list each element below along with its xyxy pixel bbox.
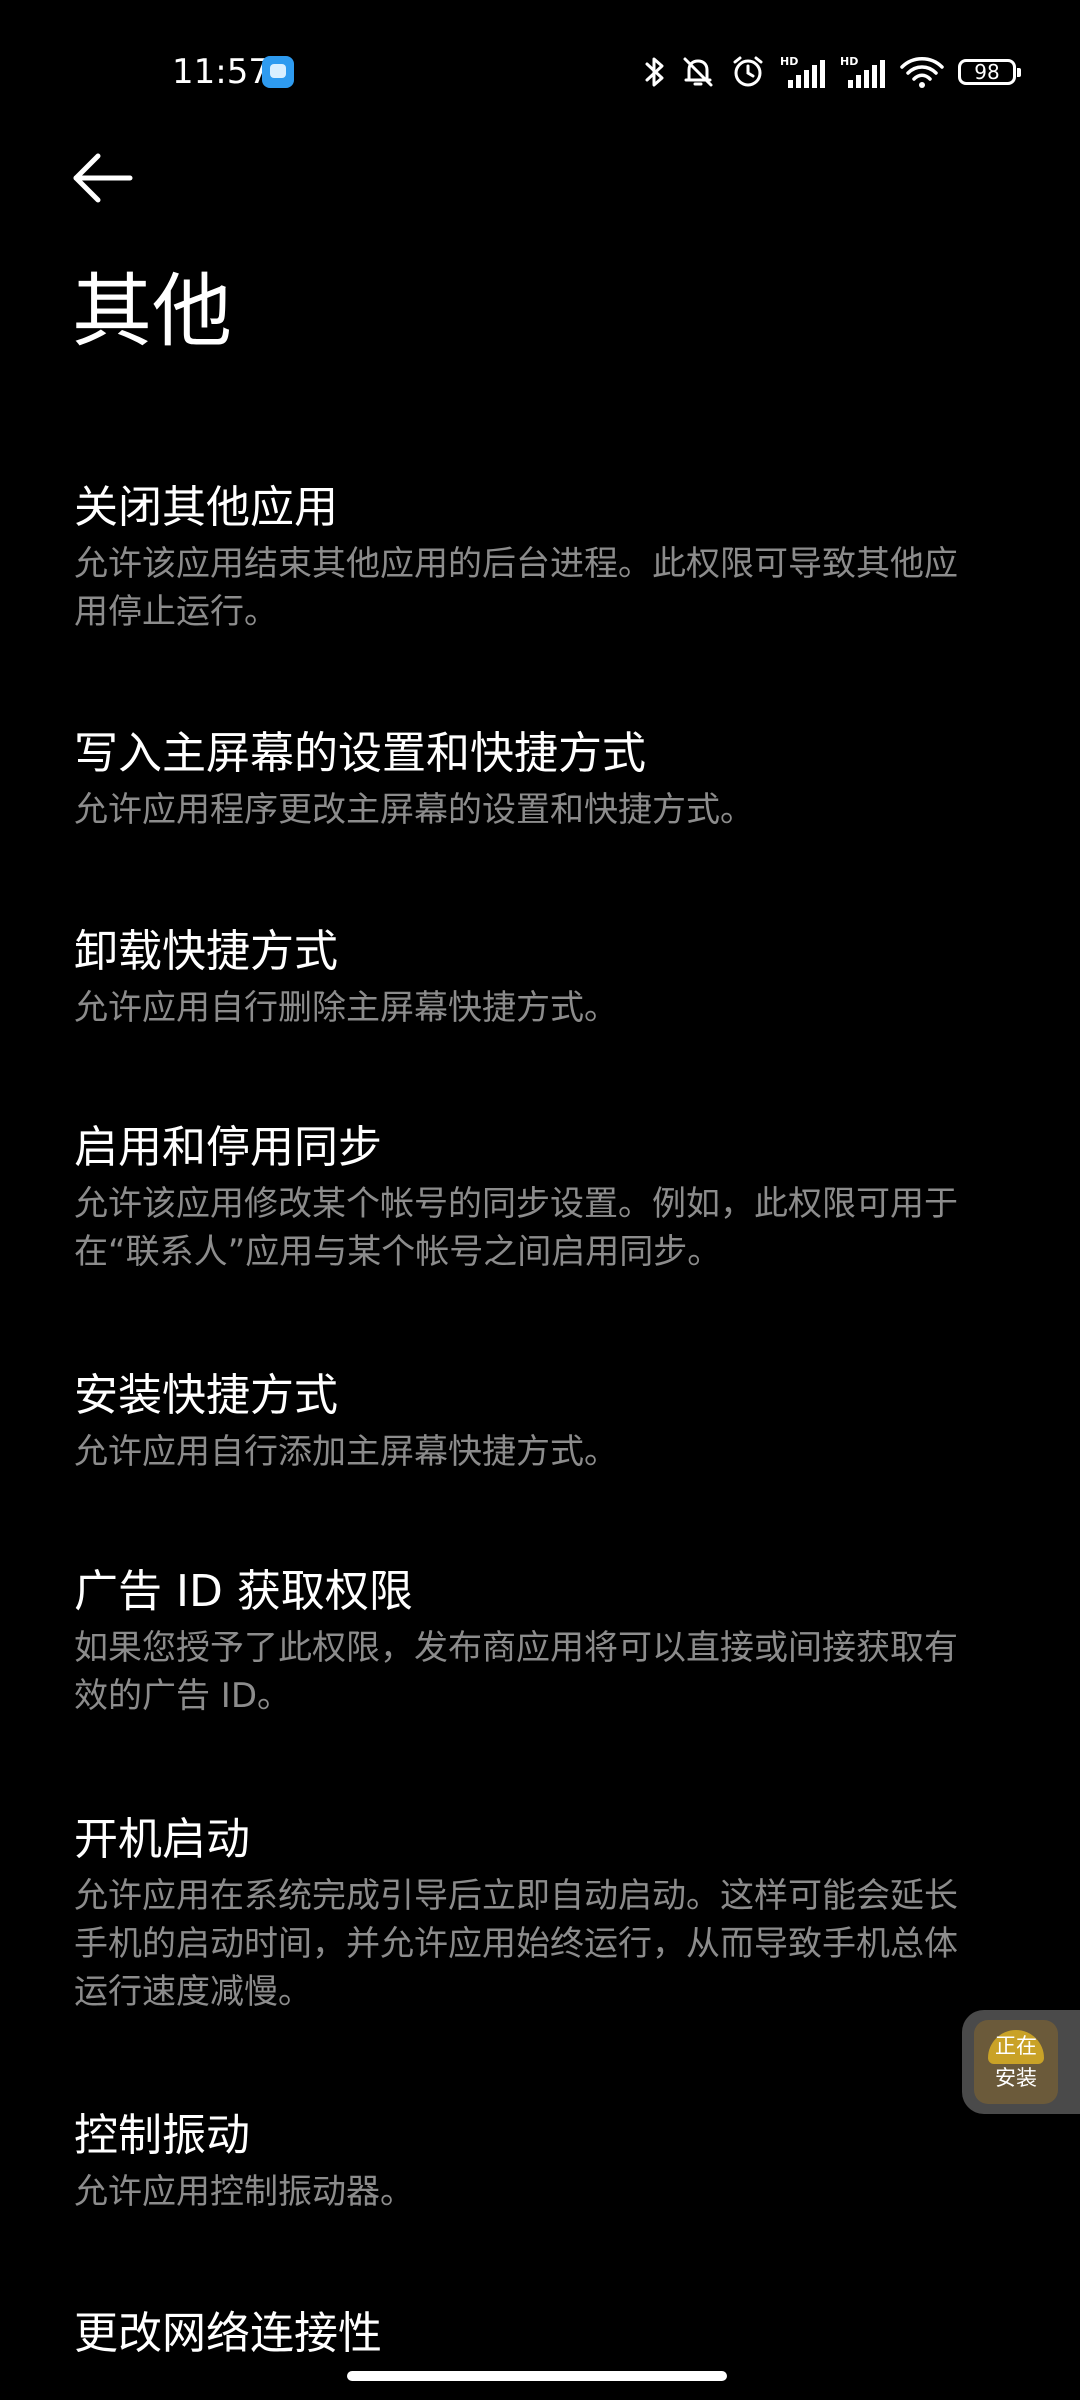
permission-title: 广告 ID 获取权限 [74, 1566, 413, 1617]
hd-signal-icon: HD [780, 55, 825, 88]
battery-icon: 98 [958, 59, 1021, 85]
permission-description: 允许该应用修改某个帐号的同步设置。例如，此权限可用于在“联系人”应用与某个帐号之… [74, 1184, 958, 1272]
hd-signal-icon: HD [840, 55, 885, 88]
status-icons: HD HD 98 [644, 50, 1021, 94]
permission-item-install-shortcut[interactable]: 安装快捷方式 允许应用自行添加主屏幕快捷方式。 [74, 1366, 974, 1476]
permission-description: 允许应用自行删除主屏幕快捷方式。 [74, 988, 618, 1028]
permission-item-uninstall-shortcut[interactable]: 卸载快捷方式 允许应用自行删除主屏幕快捷方式。 [74, 922, 974, 1032]
permission-title: 关闭其他应用 [74, 482, 338, 533]
status-time: 11:57 [172, 52, 270, 92]
permission-title: 写入主屏幕的设置和快捷方式 [74, 728, 646, 779]
permission-description: 允许该应用结束其他应用的后台进程。此权限可导致其他应用停止运行。 [74, 544, 958, 632]
permission-title: 更改网络连接性 [74, 2308, 382, 2359]
permission-description: 允许应用控制振动器。 [74, 2172, 414, 2212]
mute-icon [683, 57, 713, 87]
status-bar: 11:57 HD HD 98 [0, 0, 1080, 140]
permission-item-write-launcher-settings[interactable]: 写入主屏幕的设置和快捷方式 允许应用程序更改主屏幕的设置和快捷方式。 [74, 724, 974, 834]
permission-title: 安装快捷方式 [74, 1370, 338, 1421]
permission-title: 控制振动 [74, 2110, 250, 2161]
permission-description: 如果您授予了此权限，发布商应用将可以直接或间接获取有效的广告 ID。 [74, 1628, 958, 1716]
bluetooth-icon [645, 57, 664, 87]
wifi-icon [900, 57, 944, 88]
home-indicator[interactable] [347, 2371, 727, 2381]
svg-text:HD: HD [780, 55, 798, 68]
permission-description: 允许应用在系统完成引导后立即自动启动。这样可能会延长手机的启动时间，并允许应用始… [74, 1876, 958, 2012]
svg-text:HD: HD [840, 55, 858, 68]
permission-title: 开机启动 [74, 1814, 250, 1865]
permission-item-kill-background[interactable]: 关闭其他应用 允许该应用结束其他应用的后台进程。此权限可导致其他应用停止运行。 [74, 478, 974, 636]
permission-description: 允许应用自行添加主屏幕快捷方式。 [74, 1432, 618, 1472]
permission-item-ad-id[interactable]: 广告 ID 获取权限 如果您授予了此权限，发布商应用将可以直接或间接获取有效的广… [74, 1562, 974, 1720]
installing-floating-widget[interactable]: 正在 安装 [962, 2010, 1080, 2114]
installing-label: 正在 安装 [995, 2034, 1037, 2090]
permission-title: 卸载快捷方式 [74, 926, 338, 977]
permission-item-vibrate[interactable]: 控制振动 允许应用控制振动器。 [74, 2106, 974, 2216]
page-title: 其他 [72, 265, 232, 358]
permission-item-change-network[interactable]: 更改网络连接性 [74, 2304, 974, 2364]
permission-title: 启用和停用同步 [74, 1122, 382, 1173]
permission-description: 允许应用程序更改主屏幕的设置和快捷方式。 [74, 790, 754, 830]
app-notification-icon [262, 56, 294, 88]
permission-item-sync-settings[interactable]: 启用和停用同步 允许该应用修改某个帐号的同步设置。例如，此权限可用于在“联系人”… [74, 1118, 974, 1276]
back-arrow-icon [73, 153, 133, 203]
back-button[interactable] [72, 150, 136, 206]
permission-item-boot-completed[interactable]: 开机启动 允许应用在系统完成引导后立即自动启动。这样可能会延长手机的启动时间，并… [74, 1810, 974, 2016]
alarm-icon [733, 56, 763, 87]
